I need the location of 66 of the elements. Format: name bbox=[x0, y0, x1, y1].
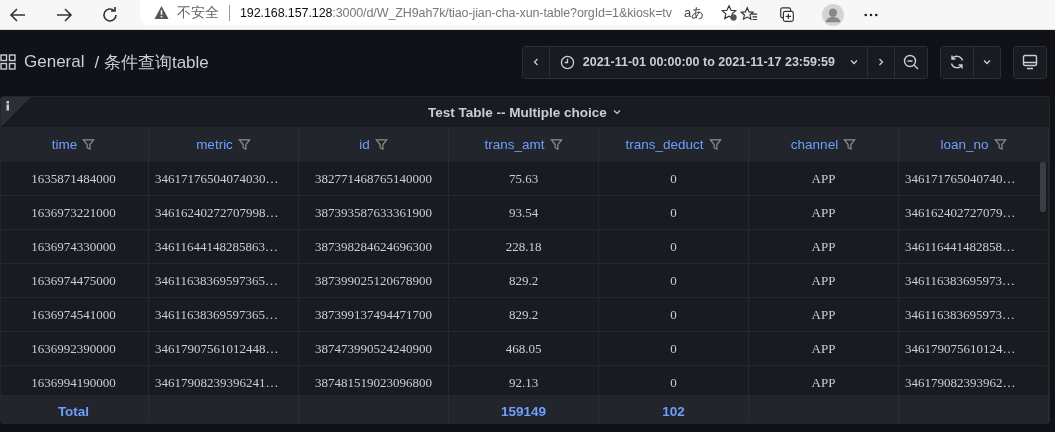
table-cell: 0 bbox=[670, 170, 677, 187]
table-cell: 1636974330000 bbox=[31, 238, 116, 255]
table-cell: 0 bbox=[670, 272, 677, 289]
table-cell: 1636994190000 bbox=[31, 374, 116, 391]
total-label: Total bbox=[57, 403, 90, 419]
table-cell: 387481519023096800 bbox=[315, 374, 432, 391]
table-cell: 387393587633361900 bbox=[315, 204, 432, 221]
table-cell: APP bbox=[811, 204, 836, 221]
table-cell: 1636992390000 bbox=[31, 340, 116, 357]
table-cell: 0 bbox=[670, 306, 677, 323]
table-cell: 382771468765140000 bbox=[315, 170, 432, 187]
table-cell: 0 bbox=[670, 204, 677, 221]
table-cell: 34617176504074030… bbox=[155, 170, 279, 187]
table-cell: 346162402727079… bbox=[905, 204, 1016, 221]
table-cell: 228.18 bbox=[505, 238, 542, 255]
table-cell: 34617907561012448… bbox=[155, 340, 279, 357]
security-label: 不安全 bbox=[177, 3, 219, 22]
table-cell: 0 bbox=[670, 374, 677, 391]
address-bar[interactable]: 不安全 192.168.157.128:3000/d/W_ZH9ah7k/tiao-jian-cha-xun-table?orgId=1&kiosk=tv aあ bbox=[140, 0, 740, 25]
table-cell: 346116441482858… bbox=[905, 238, 1016, 255]
table-cell: 829.2 bbox=[508, 272, 539, 289]
table-cell: 346179075610124… bbox=[905, 340, 1016, 357]
table-cell: 0 bbox=[670, 340, 677, 357]
total-value: 102 bbox=[662, 403, 685, 419]
url-text: 192.168.157.128:3000/d/W_ZH9ah7k/tiao-jian-cha-xun-table?orgId=1&kiosk=tv bbox=[240, 5, 672, 20]
table-cell: 387398284624696300 bbox=[315, 238, 432, 255]
table-cell: 346179082393962… bbox=[905, 374, 1016, 391]
table-cell: 34611638369597365… bbox=[155, 306, 279, 323]
table-cell: 387399137494471700 bbox=[315, 306, 432, 323]
table-cell: 346116383695973… bbox=[905, 306, 1016, 323]
column-header[interactable]: id bbox=[299, 127, 449, 162]
table-cell: 34611644148285863… bbox=[155, 238, 279, 255]
column-header[interactable]: channel bbox=[749, 127, 899, 162]
table-cell: 829.2 bbox=[508, 306, 539, 323]
table-cell: 0 bbox=[670, 238, 677, 255]
table-cell: 34616240272707998… bbox=[155, 204, 279, 221]
table-cell: 468.05 bbox=[505, 340, 542, 357]
column-header[interactable]: trans_deduct bbox=[599, 127, 749, 162]
dashboard-title: / 条件查询table bbox=[94, 51, 209, 74]
table-cell: APP bbox=[811, 238, 836, 255]
table-cell: 387399025120678900 bbox=[315, 272, 432, 289]
table-cell: 1635871484000 bbox=[31, 170, 116, 187]
column-header[interactable]: metric bbox=[149, 127, 299, 162]
column-header[interactable]: time bbox=[1, 127, 149, 162]
table-cell: 93.54 bbox=[508, 204, 539, 221]
column-header[interactable]: trans_amt bbox=[449, 127, 599, 162]
table-cell: 34611638369597365… bbox=[155, 272, 279, 289]
table-cell: 92.13 bbox=[508, 374, 539, 391]
table-cell: 346116383695973… bbox=[905, 272, 1016, 289]
table-cell: 387473990524240900 bbox=[315, 340, 432, 357]
table-cell: 1636974541000 bbox=[31, 306, 116, 323]
table-cell: APP bbox=[811, 340, 836, 357]
folder-link[interactable]: General bbox=[24, 52, 85, 72]
table-cell: 1636973221000 bbox=[31, 204, 116, 221]
table-cell: APP bbox=[811, 272, 836, 289]
table-cell: 346171765040740… bbox=[905, 170, 1016, 187]
table-cell: 1636974475000 bbox=[31, 272, 116, 289]
table-cell: 75.63 bbox=[508, 170, 539, 187]
panel-title[interactable]: Test Table -- Multiple choice bbox=[428, 104, 607, 120]
read-aloud-icon[interactable]: aあ bbox=[671, 3, 705, 22]
table-cell: APP bbox=[811, 170, 836, 187]
total-value: 159149 bbox=[500, 403, 547, 419]
table-cell: APP bbox=[811, 306, 836, 323]
table-cell: 34617908239396241… bbox=[155, 374, 279, 391]
table-cell: APP bbox=[811, 374, 836, 391]
column-header[interactable]: loan_no bbox=[899, 127, 1049, 162]
